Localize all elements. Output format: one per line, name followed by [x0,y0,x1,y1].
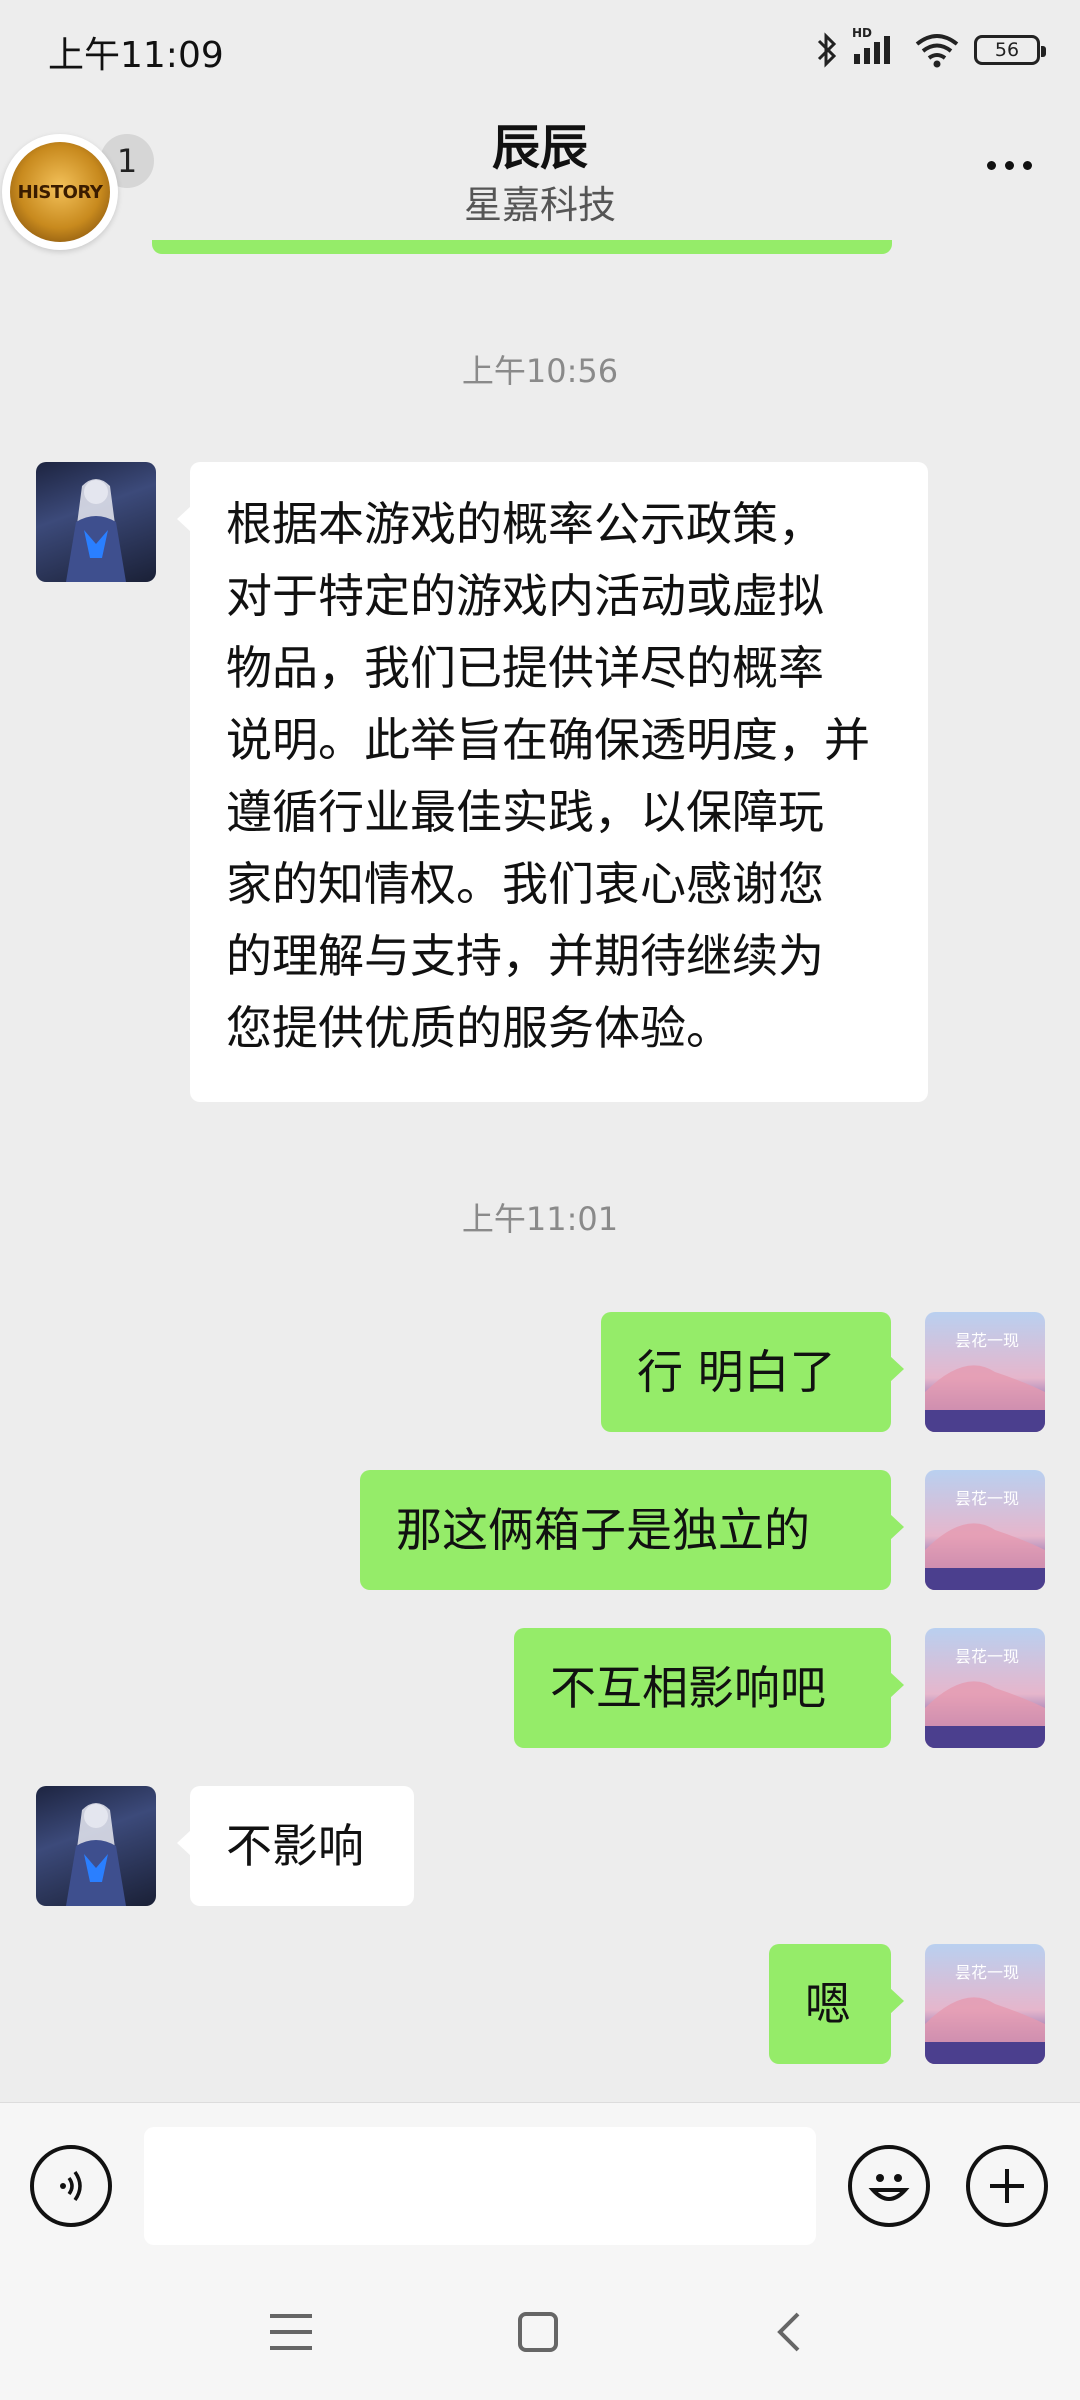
chat-subtitle: 星嘉科技 [463,183,616,227]
my-avatar-text: 昙花一现 [955,1963,1019,1982]
message-bubble-right[interactable]: 行 明白了 [601,1312,904,1432]
message-line: 的理解与支持，并期待继续为 [226,929,824,983]
status-icons: HD 56 [816,26,1046,72]
message-bubble-left[interactable]: 根据本游戏的概率公示政策， 对于特定的游戏内活动或虚拟 物品，我们已提供详尽的概… [177,462,928,1102]
message-line: 家的知情权。我们衷心感谢您 [226,857,824,911]
back-icon[interactable] [770,2310,810,2354]
status-time: 上午11:09 [48,35,224,76]
home-icon[interactable] [518,2312,558,2352]
my-avatar-art: 昙花一现 [925,1331,1045,1432]
contact-avatar[interactable] [36,462,156,582]
history-avatar-text: HISTORY [17,181,103,203]
battery-indicator: 56 [974,35,1046,65]
more-button[interactable] [974,140,1044,190]
emoji-icon [868,2174,910,2201]
message-line: 说明。此举旨在确保透明度，并 [226,713,870,767]
my-avatar-text: 昙花一现 [955,1647,1019,1666]
message-line: 物品，我们已提供详尽的概率 [226,641,824,695]
avatar-figure-icon [66,479,126,582]
plus-icon [990,2169,1024,2203]
timestamp: 上午10:56 [461,352,619,390]
hourglass-icon: HISTORY [10,142,110,242]
plus-button[interactable] [966,2145,1048,2227]
message-text: 那这俩箱子是独立的 [396,1503,810,1557]
menu-icon[interactable] [270,2314,312,2350]
my-avatar[interactable]: 昙花一现 [925,1312,1045,1432]
more-icon [986,160,996,170]
voice-icon [60,2170,82,2202]
message-text: 不互相影响吧 [550,1661,826,1715]
message-bubble-right[interactable]: 嗯 [769,1944,904,2064]
voice-button[interactable] [30,2145,112,2227]
my-avatar[interactable]: 昙花一现 [925,1628,1045,1748]
status-bar: 上午11:09 HD 56 [0,0,1080,100]
message-line: 根据本游戏的概率公示政策， [226,497,824,551]
more-icon-dot [1022,160,1032,170]
emoji-button[interactable] [848,2145,930,2227]
message-line: 遵循行业最佳实践，以保障玩 [226,785,824,839]
message-line: 对于特定的游戏内活动或虚拟 [226,569,824,623]
signal-icon: HD [852,26,900,68]
message-bubble-right[interactable]: 不互相影响吧 [514,1628,904,1748]
message-text: 嗯 [805,1977,851,2031]
bluetooth-icon [816,32,838,68]
my-avatar-art: 昙花一现 [925,1963,1045,2064]
chat-header: HISTORY 1 辰辰 星嘉科技 [0,100,1080,250]
message-bubble-left[interactable]: 不影响 [177,1786,414,1906]
more-icon-dot [1004,160,1014,170]
chat-title: 辰辰 [491,120,588,176]
message-bubble-right[interactable]: 那这俩箱子是独立的 [360,1470,904,1590]
my-avatar[interactable]: 昙花一现 [925,1944,1045,2064]
my-avatar-art: 昙花一现 [925,1489,1045,1590]
my-avatar[interactable]: 昙花一现 [925,1470,1045,1590]
my-avatar-text: 昙花一现 [955,1489,1019,1508]
message-input[interactable] [144,2127,816,2245]
input-bar [0,2102,1080,2270]
message-text: 行 明白了 [637,1345,836,1399]
my-avatar-text: 昙花一现 [955,1331,1019,1350]
floating-history-avatar[interactable]: HISTORY [2,134,118,250]
message-line: 您提供优质的服务体验。 [226,1001,732,1055]
contact-avatar[interactable] [36,1786,156,1906]
my-avatar-art: 昙花一现 [925,1647,1045,1748]
message-text: 不影响 [226,1819,364,1873]
avatar-figure-icon [66,1803,126,1906]
system-nav-bar [0,2270,1080,2400]
wifi-icon [914,32,960,68]
previous-message-bubble-edge [152,240,892,254]
hd-label: HD [852,26,873,40]
timestamp: 上午11:01 [461,1200,619,1238]
